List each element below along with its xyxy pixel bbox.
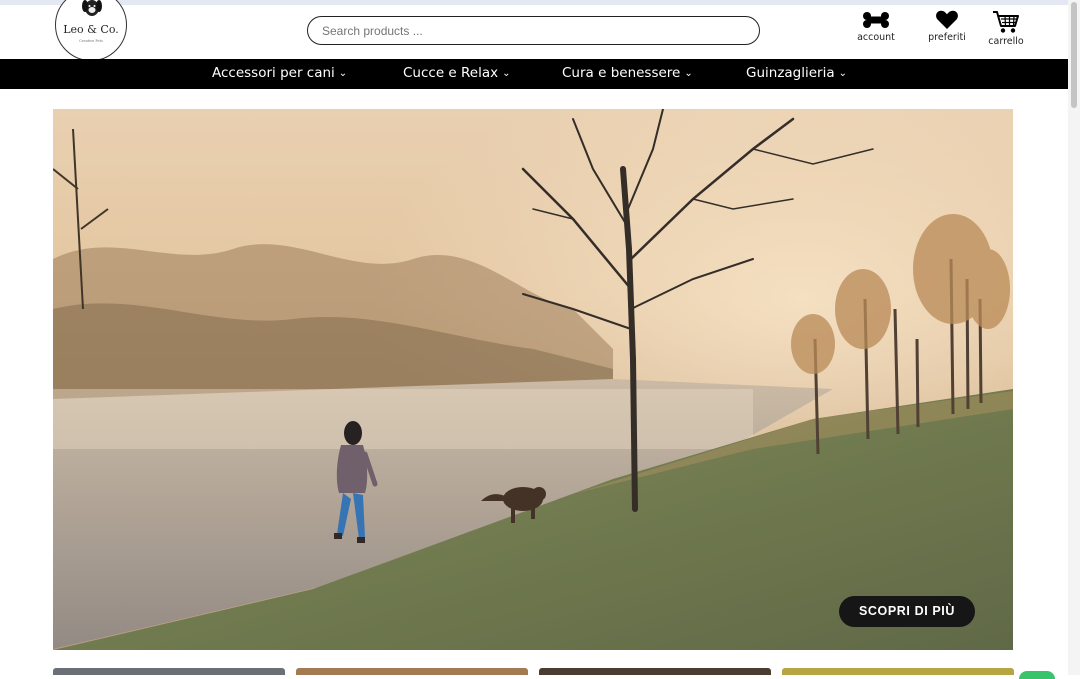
- bone-icon: [863, 12, 889, 28]
- nav-item-label: Accessori per cani: [212, 65, 335, 81]
- search-input[interactable]: [307, 16, 760, 45]
- favorites-button[interactable]: preferiti: [917, 10, 977, 43]
- chevron-down-icon: ⌄: [838, 68, 848, 79]
- site-logo[interactable]: Leo & Co. Creative Pets: [55, 0, 127, 61]
- cart-button[interactable]: carrello: [976, 10, 1036, 47]
- category-card[interactable]: [539, 668, 771, 675]
- logo-tagline: Creative Pets: [79, 39, 103, 43]
- cart-icon: [993, 11, 1019, 33]
- nav-item-label: Cura e benessere: [562, 65, 681, 81]
- hero-banner: SCOPRI DI PIÙ: [53, 109, 1013, 650]
- category-card[interactable]: [782, 668, 1014, 675]
- heart-icon: [936, 10, 958, 30]
- account-label: account: [857, 32, 895, 43]
- nav-item-accessori[interactable]: Accessori per cani ⌄: [212, 65, 347, 83]
- scrollbar-thumb[interactable]: [1071, 2, 1077, 108]
- hero-image: [53, 109, 1013, 650]
- page-scrollbar[interactable]: [1068, 0, 1080, 675]
- chevron-down-icon: ⌄: [502, 68, 511, 79]
- chevron-down-icon: ⌄: [684, 68, 693, 79]
- logo-text: Leo & Co.: [63, 23, 119, 36]
- nav-item-guinzaglieria[interactable]: Guinzaglieria ⌄: [746, 65, 847, 83]
- dog-logo-icon: [82, 0, 102, 16]
- chevron-down-icon: ⌄: [338, 68, 348, 79]
- account-button[interactable]: account: [846, 10, 906, 43]
- category-card[interactable]: [296, 668, 528, 675]
- cart-label: carrello: [988, 36, 1024, 47]
- favorites-label: preferiti: [928, 32, 966, 43]
- discover-more-button[interactable]: SCOPRI DI PIÙ: [839, 596, 975, 627]
- category-card[interactable]: [53, 668, 285, 675]
- site-header: Leo & Co. Creative Pets account preferit…: [0, 0, 1068, 61]
- nav-item-label: Guinzaglieria: [746, 65, 835, 81]
- nav-item-label: Cucce e Relax: [403, 65, 499, 81]
- nav-item-cucce[interactable]: Cucce e Relax ⌄: [403, 65, 511, 83]
- nav-item-cura[interactable]: Cura e benessere ⌄: [562, 65, 693, 83]
- main-nav: Accessori per cani ⌄ Cucce e Relax ⌄ Cura …: [0, 59, 1068, 89]
- chat-button[interactable]: [1019, 671, 1055, 679]
